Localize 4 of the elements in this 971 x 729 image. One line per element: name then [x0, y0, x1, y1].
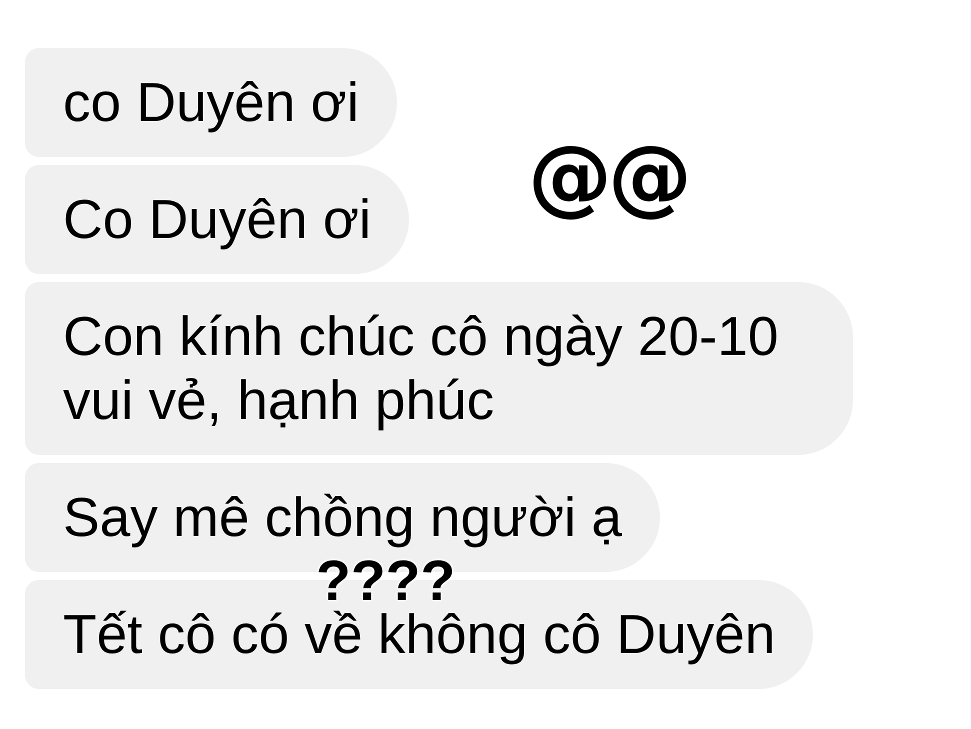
annotation-text: @@	[528, 134, 688, 218]
message-bubble: Con kính chúc cô ngày 20-10 vui vẻ, hạnh phúc	[25, 282, 853, 455]
message-bubble: co Duyên ơi	[25, 48, 397, 157]
message-bubble: Co Duyên ơi	[25, 165, 410, 274]
